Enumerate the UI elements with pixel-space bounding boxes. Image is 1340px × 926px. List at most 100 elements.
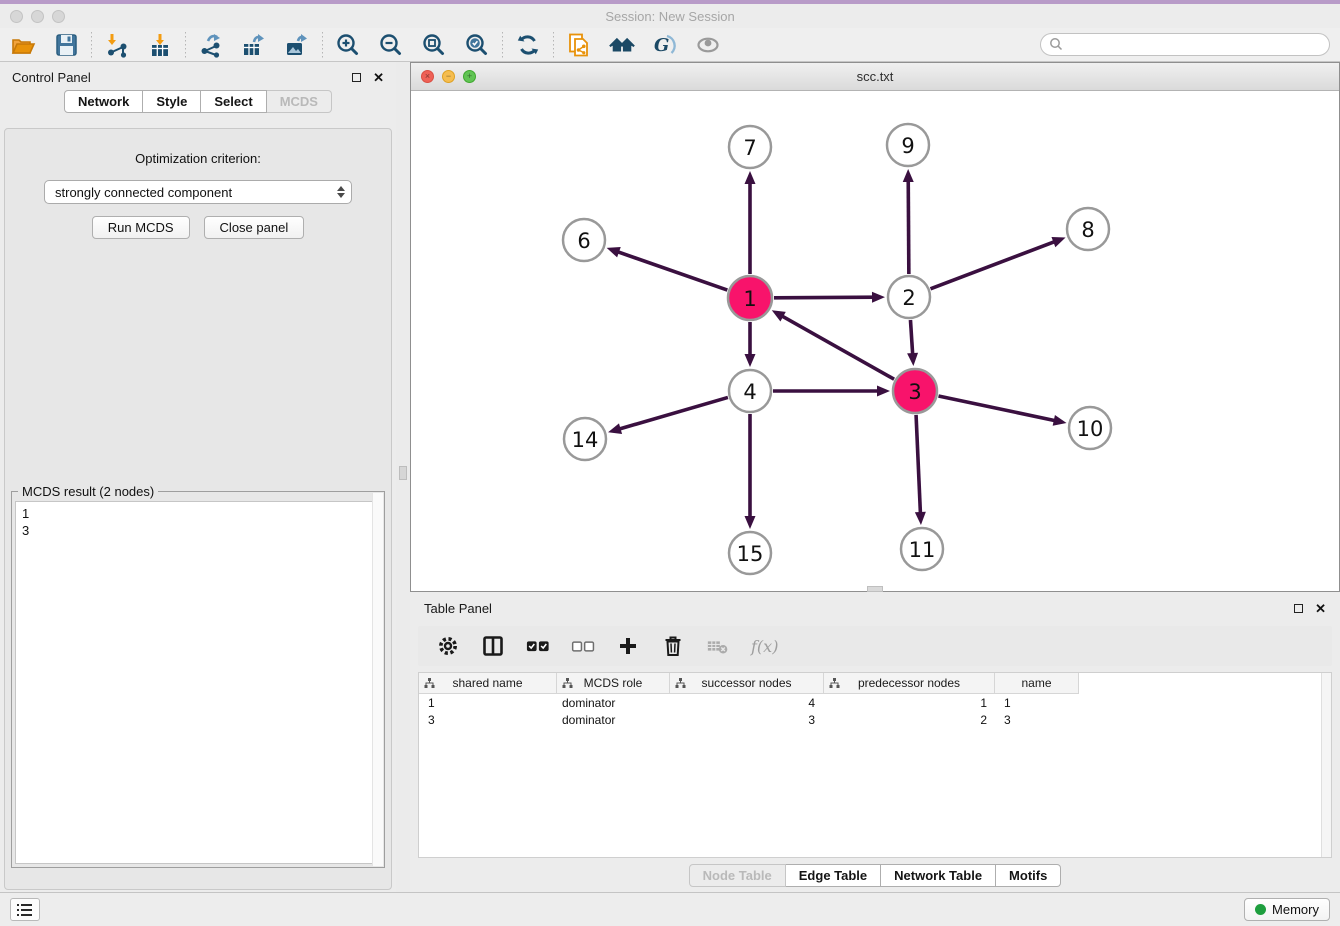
tab-network[interactable]: Network [64, 90, 143, 113]
delete-column-button[interactable] [661, 634, 685, 658]
table-row[interactable]: 3 dominator 3 2 3 [419, 711, 1331, 728]
zoom-window-button[interactable] [52, 10, 65, 23]
panel-splitter[interactable] [396, 62, 410, 892]
graph-edge-4-14[interactable] [618, 397, 728, 429]
cell-name[interactable]: 1 [995, 696, 1079, 710]
float-panel-icon[interactable] [352, 73, 361, 82]
save-icon [53, 32, 79, 58]
hide-panel-button[interactable] [695, 32, 721, 58]
graph-node-8[interactable]: 8 [1067, 208, 1109, 250]
result-scrollbar[interactable] [372, 493, 383, 866]
graph-edge-3-10[interactable] [938, 396, 1056, 421]
open-session-button[interactable] [10, 32, 36, 58]
cell-shared-name[interactable]: 3 [419, 713, 557, 727]
network-title: scc.txt [411, 69, 1339, 84]
tab-motifs[interactable]: Motifs [996, 864, 1061, 887]
export-table-button[interactable] [241, 32, 267, 58]
edge-arrowhead [1053, 415, 1067, 426]
graph-node-7[interactable]: 7 [729, 126, 771, 168]
export-network-button[interactable] [198, 32, 224, 58]
graph-edge-3-11[interactable] [916, 415, 920, 515]
column-header-shared-name[interactable]: shared name [419, 673, 557, 694]
workspace: × − + scc.txt 7968124314101511 Table Pan… [410, 62, 1340, 892]
graph-node-9[interactable]: 9 [887, 124, 929, 166]
table-settings-button[interactable] [436, 634, 460, 658]
zoom-selected-button[interactable] [464, 32, 490, 58]
delete-table-button[interactable] [706, 634, 730, 658]
graph-node-1[interactable]: 1 [728, 276, 772, 320]
zoom-fit-button[interactable] [421, 32, 447, 58]
tab-edge-table[interactable]: Edge Table [786, 864, 881, 887]
columns-icon [481, 634, 505, 658]
trash-icon [661, 634, 685, 658]
graph-edge-3-1[interactable] [780, 315, 894, 379]
splitter-handle[interactable] [399, 466, 407, 480]
function-builder-button[interactable]: f(x) [751, 637, 778, 656]
graph-edge-2-3[interactable] [910, 320, 912, 356]
network-resize-handle[interactable] [867, 586, 883, 592]
task-history-button[interactable] [10, 898, 40, 921]
edge-arrowhead [872, 292, 885, 303]
cell-name[interactable]: 3 [995, 713, 1079, 727]
tab-style[interactable]: Style [143, 90, 201, 113]
zoom-in-button[interactable] [335, 32, 361, 58]
graph-node-3[interactable]: 3 [893, 369, 937, 413]
cell-mcds-role[interactable]: dominator [557, 696, 670, 710]
clone-network-button[interactable] [566, 32, 592, 58]
home-button[interactable] [609, 32, 635, 58]
column-header-successor-nodes[interactable]: successor nodes [670, 673, 824, 694]
graph-node-4[interactable]: 4 [729, 370, 771, 412]
graph-node-11[interactable]: 11 [901, 528, 943, 570]
save-session-button[interactable] [53, 32, 79, 58]
refresh-layout-button[interactable] [515, 32, 541, 58]
column-header-mcds-role[interactable]: MCDS role [557, 673, 670, 694]
cell-mcds-role[interactable]: dominator [557, 713, 670, 727]
cell-shared-name[interactable]: 1 [419, 696, 557, 710]
cell-successor-nodes[interactable]: 3 [670, 713, 824, 727]
cybrowser-button[interactable]: G [652, 32, 678, 58]
edge-arrowhead [877, 386, 890, 397]
graph-edge-2-8[interactable] [931, 241, 1057, 289]
table-scrollbar[interactable] [1321, 673, 1331, 857]
cell-predecessor-nodes[interactable]: 1 [824, 696, 995, 710]
table-row[interactable]: 1 dominator 4 1 1 [419, 694, 1331, 711]
graph-node-15[interactable]: 15 [729, 532, 771, 574]
network-canvas[interactable]: 7 9 6 8 1 2 4 3 14 10 15 11 [411, 91, 1339, 591]
graph-node-14[interactable]: 14 [564, 418, 606, 460]
close-window-button[interactable] [10, 10, 23, 23]
cell-predecessor-nodes[interactable]: 2 [824, 713, 995, 727]
graph-node-10[interactable]: 10 [1069, 407, 1111, 449]
add-column-button[interactable] [616, 634, 640, 658]
tab-select[interactable]: Select [201, 90, 266, 113]
import-table-button[interactable] [147, 32, 173, 58]
memory-button[interactable]: Memory [1244, 898, 1330, 921]
run-mcds-button[interactable]: Run MCDS [92, 216, 190, 239]
criterion-dropdown[interactable]: strongly connected component [44, 180, 352, 204]
close-panel-icon[interactable]: ✕ [373, 71, 384, 84]
column-header-name[interactable]: name [995, 673, 1079, 694]
mcds-result-text[interactable]: 1 3 [15, 501, 381, 864]
float-table-panel-icon[interactable] [1294, 604, 1303, 613]
select-all-button[interactable] [526, 634, 550, 658]
cell-successor-nodes[interactable]: 4 [670, 696, 824, 710]
split-view-button[interactable] [481, 634, 505, 658]
column-header-predecessor-nodes[interactable]: predecessor nodes [824, 673, 995, 694]
close-panel-button[interactable]: Close panel [204, 216, 305, 239]
graph-edge-2-9[interactable] [908, 179, 909, 274]
tab-node-table[interactable]: Node Table [689, 864, 786, 887]
app-title: Session: New Session [0, 9, 1340, 24]
import-table-icon [147, 32, 173, 58]
graph-node-6[interactable]: 6 [563, 219, 605, 261]
export-image-button[interactable] [284, 32, 310, 58]
zoom-out-button[interactable] [378, 32, 404, 58]
deselect-all-button[interactable] [571, 634, 595, 658]
minimize-window-button[interactable] [31, 10, 44, 23]
graph-node-2[interactable]: 2 [888, 276, 930, 318]
tab-mcds[interactable]: MCDS [267, 90, 332, 113]
graph-edge-1-2[interactable] [774, 297, 875, 298]
graph-edge-1-6[interactable] [616, 251, 727, 290]
search-input[interactable] [1040, 33, 1330, 56]
tab-network-table[interactable]: Network Table [881, 864, 996, 887]
import-network-button[interactable] [104, 32, 130, 58]
close-table-panel-icon[interactable]: ✕ [1315, 602, 1326, 615]
